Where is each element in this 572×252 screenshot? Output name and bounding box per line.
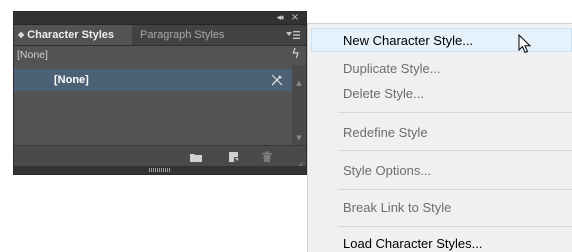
resize-grip-icon[interactable] — [296, 156, 304, 169]
list-item[interactable]: [None] — [14, 69, 292, 91]
collapse-panel-icon[interactable]: ◂◂ — [272, 12, 286, 24]
new-style-icon[interactable] — [228, 150, 240, 162]
no-edit-icon — [270, 73, 284, 87]
tab-label: Paragraph Styles — [140, 29, 225, 41]
menu-item-duplicate-style[interactable]: Duplicate Style... — [308, 57, 572, 81]
tab-character-styles[interactable]: ◆ Character Styles — [14, 25, 132, 45]
menu-item-new-character-style[interactable]: New Character Style... — [311, 28, 572, 52]
menu-separator — [338, 226, 572, 227]
list-item-label: [None] — [54, 74, 89, 86]
menu-separator — [338, 150, 572, 151]
menu-item-redefine-style[interactable]: Redefine Style — [308, 121, 572, 145]
character-styles-panel: ◂◂ × ◆ Character Styles Paragraph Styles … — [13, 11, 307, 175]
tab-label: Character Styles — [27, 29, 114, 41]
scroll-down-icon[interactable]: ▼ — [292, 133, 306, 143]
panel-menu-icon[interactable] — [285, 27, 301, 43]
panel-tabbar: ◆ Character Styles Paragraph Styles — [14, 25, 306, 46]
menu-separator — [338, 189, 572, 190]
panel-bottom-bar — [14, 145, 306, 169]
menu-item-load-character-styles[interactable]: Load Character Styles... — [308, 232, 572, 252]
panel-context-menu: New Character Style... Duplicate Style..… — [307, 23, 572, 252]
menu-separator — [338, 112, 572, 113]
screen: ◂◂ × ◆ Character Styles Paragraph Styles … — [0, 0, 572, 252]
close-panel-icon[interactable]: × — [289, 12, 301, 24]
drag-handle-icon[interactable] — [149, 168, 171, 172]
list-scrollbar[interactable]: ▲ ▼ — [292, 65, 306, 145]
tab-paragraph-styles[interactable]: Paragraph Styles — [140, 25, 224, 45]
current-style-label: [None] — [17, 49, 48, 61]
tab-arrow-icon: ◆ — [18, 30, 25, 39]
lightning-icon[interactable]: ϟ — [291, 46, 300, 64]
panel-bottom-strip — [14, 166, 306, 174]
menu-item-style-options[interactable]: Style Options... — [308, 159, 572, 183]
panel-title-bar[interactable]: ◂◂ × — [14, 12, 306, 25]
styles-list: [None] — [14, 65, 292, 145]
scroll-up-icon[interactable]: ▲ — [292, 78, 306, 88]
menu-item-break-link-to-style[interactable]: Break Link to Style — [308, 196, 572, 220]
current-style-indicator: [None] ϟ — [14, 46, 306, 64]
folder-icon[interactable] — [190, 150, 202, 162]
menu-item-delete-style[interactable]: Delete Style... — [308, 82, 572, 106]
trash-icon[interactable] — [261, 150, 273, 162]
